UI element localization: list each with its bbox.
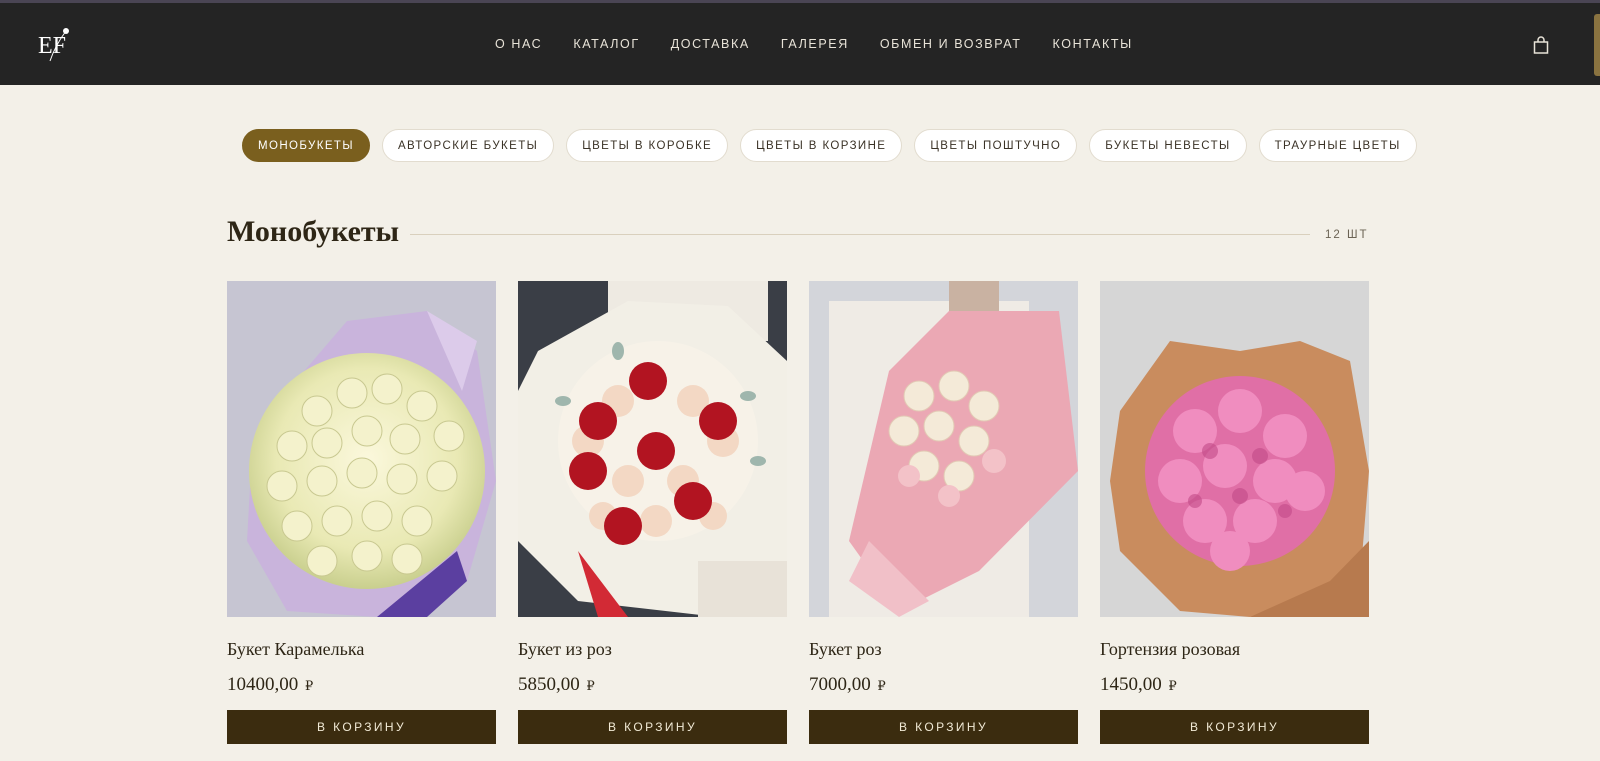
scrollbar-thumb[interactable]	[1594, 14, 1600, 76]
category-filters: МОНОБУКЕТЫ АВТОРСКИЕ БУКЕТЫ ЦВЕТЫ В КОРО…	[242, 129, 1417, 162]
product-card: Букет из роз 5850,00 ₽ В КОРЗИНУ	[518, 281, 787, 744]
product-card: Букет Карамелька 10400,00 ₽ В КОРЗИНУ	[227, 281, 496, 744]
section-title: Монобукеты	[227, 215, 400, 248]
product-price: 10400,00 ₽	[227, 674, 314, 695]
add-to-cart-button[interactable]: В КОРЗИНУ	[518, 710, 787, 744]
product-image[interactable]	[1100, 281, 1369, 617]
add-to-cart-button[interactable]: В КОРЗИНУ	[809, 710, 1078, 744]
shopping-bag-icon[interactable]	[1533, 36, 1549, 54]
product-price: 5850,00 ₽	[518, 674, 595, 695]
product-name[interactable]: Букет из роз	[518, 639, 787, 663]
product-card: Букет роз 7000,00 ₽ В КОРЗИНУ	[809, 281, 1078, 744]
filter-flowers-in-basket[interactable]: ЦВЕТЫ В КОРЗИНЕ	[740, 129, 903, 162]
currency-symbol: ₽	[305, 678, 314, 693]
nav-catalog[interactable]: КАТАЛОГ	[573, 37, 639, 51]
product-price: 1450,00 ₽	[1100, 674, 1177, 695]
product-image[interactable]	[518, 281, 787, 617]
product-grid: Букет Карамелька 10400,00 ₽ В КОРЗИНУ Бу…	[227, 281, 1369, 744]
main-nav: О НАС КАТАЛОГ ДОСТАВКА ГАЛЕРЕЯ ОБМЕН И В…	[495, 3, 1164, 85]
product-card: Гортензия розовая 1450,00 ₽ В КОРЗИНУ	[1100, 281, 1369, 744]
product-image[interactable]	[227, 281, 496, 617]
section-divider	[410, 234, 1310, 235]
product-name[interactable]: Букет Карамелька	[227, 639, 496, 663]
add-to-cart-button[interactable]: В КОРЗИНУ	[227, 710, 496, 744]
nav-exchange-return[interactable]: ОБМЕН И ВОЗВРАТ	[880, 37, 1022, 51]
filter-author-bouquets[interactable]: АВТОРСКИЕ БУКЕТЫ	[381, 129, 555, 162]
nav-gallery[interactable]: ГАЛЕРЕЯ	[781, 37, 849, 51]
nav-delivery[interactable]: ДОСТАВКА	[671, 37, 750, 51]
filter-single-flowers[interactable]: ЦВЕТЫ ПОШТУЧНО	[914, 129, 1078, 162]
filter-monobouquets[interactable]: МОНОБУКЕТЫ	[242, 129, 370, 162]
product-count: 12 ШТ	[1325, 229, 1369, 241]
nav-contacts[interactable]: КОНТАКТЫ	[1053, 37, 1133, 51]
brand-logo[interactable]: EF	[36, 25, 76, 65]
product-name[interactable]: Гортензия розовая	[1100, 639, 1369, 663]
add-to-cart-button[interactable]: В КОРЗИНУ	[1100, 710, 1369, 744]
site-header: EF О НАС КАТАЛОГ ДОСТАВКА ГАЛЕРЕЯ ОБМЕН …	[0, 3, 1600, 85]
product-price: 7000,00 ₽	[809, 674, 886, 695]
product-name[interactable]: Букет роз	[809, 639, 1078, 663]
currency-symbol: ₽	[1168, 678, 1177, 693]
filter-funeral-flowers[interactable]: ТРАУРНЫЕ ЦВЕТЫ	[1258, 129, 1417, 162]
filter-flowers-in-box[interactable]: ЦВЕТЫ В КОРОБКЕ	[566, 129, 729, 162]
nav-about[interactable]: О НАС	[495, 37, 542, 51]
currency-symbol: ₽	[586, 678, 595, 693]
currency-symbol: ₽	[877, 678, 886, 693]
product-image[interactable]	[809, 281, 1078, 617]
filter-bridal-bouquets[interactable]: БУКЕТЫ НЕВЕСТЫ	[1089, 129, 1247, 162]
